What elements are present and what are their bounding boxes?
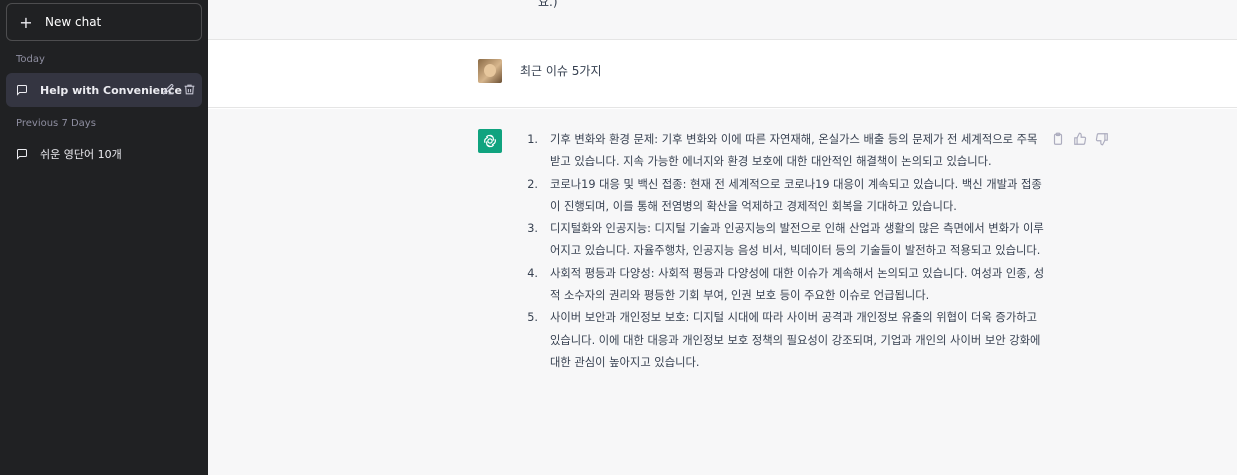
list-item: 5. 사이버 보안과 개인정보 보호: 디지털 시대에 따라 사이버 공격과 개… <box>520 307 1045 374</box>
previous-message-tail: 요.) <box>538 0 558 9</box>
user-avatar <box>478 59 502 83</box>
previous-assistant-message: 요.) <box>208 0 1237 40</box>
message-icon <box>17 149 27 160</box>
user-message-text: 최근 이슈 5가지 <box>520 64 602 78</box>
list-item-number: 4. <box>527 266 538 280</box>
trash-icon[interactable] <box>183 83 196 96</box>
list-item: 1. 기후 변화와 환경 문제: 기후 변화와 이에 따른 자연재해, 온실가스… <box>520 129 1045 174</box>
chat-main: 요.) 최근 이슈 5가지 1. 기후 변화와 환경 문제: 기후 변화와 이에… <box>208 0 1237 475</box>
chat-item-label: 쉬운 영단어 10개 <box>40 148 122 161</box>
list-item: 4. 사회적 평등과 다양성: 사회적 평등과 다양성에 대한 이슈가 계속해서… <box>520 263 1045 308</box>
chat-item-easy-english-words[interactable]: 쉬운 영단어 10개 <box>6 137 202 171</box>
clipboard-icon[interactable] <box>1051 131 1065 145</box>
chat-item-actions <box>162 83 196 96</box>
thumbs-down-icon[interactable] <box>1095 131 1109 146</box>
list-item-text: 기후 변화와 환경 문제: 기후 변화와 이에 따른 자연재해, 온실가스 배출… <box>550 133 1038 169</box>
assistant-message-row: 1. 기후 변화와 환경 문제: 기후 변화와 이에 따른 자연재해, 온실가스… <box>208 109 1237 475</box>
list-item: 2. 코로나19 대응 및 백신 접종: 현재 전 세계적으로 코로나19 대응… <box>520 174 1045 219</box>
list-item-number: 5. <box>527 311 538 325</box>
list-item-text: 코로나19 대응 및 백신 접종: 현재 전 세계적으로 코로나19 대응이 계… <box>550 177 1042 213</box>
sidebar: + New chat Today Help with Convenience P… <box>0 0 208 475</box>
user-message-row: 최근 이슈 5가지 <box>208 40 1237 108</box>
thumbs-up-icon[interactable] <box>1073 131 1087 145</box>
chatgpt-logo-icon <box>478 129 502 153</box>
message-icon <box>17 85 27 96</box>
list-item-number: 2. <box>527 177 538 191</box>
pencil-icon[interactable] <box>162 83 175 96</box>
chat-item-help-with-convenience[interactable]: Help with Convenience <box>6 73 202 107</box>
section-title-today: Today <box>16 54 45 65</box>
list-item-number: 3. <box>527 222 538 236</box>
list-item-text: 디지털화와 인공지능: 디지털 기술과 인공지능의 발전으로 인해 산업과 생활… <box>550 222 1044 258</box>
list-item-text: 사이버 보안과 개인정보 보호: 디지털 시대에 따라 사이버 공격과 개인정보… <box>550 311 1041 369</box>
assistant-answer-list: 1. 기후 변화와 환경 문제: 기후 변화와 이에 따른 자연재해, 온실가스… <box>520 129 1045 374</box>
plus-icon: + <box>19 12 33 32</box>
new-chat-button[interactable]: + New chat <box>6 3 202 41</box>
list-item: 3. 디지털화와 인공지능: 디지털 기술과 인공지능의 발전으로 인해 산업과… <box>520 218 1045 263</box>
new-chat-label: New chat <box>45 15 102 29</box>
list-item-text: 사회적 평등과 다양성: 사회적 평등과 다양성에 대한 이슈가 계속해서 논의… <box>550 266 1045 303</box>
message-feedback-actions <box>1051 131 1109 146</box>
chat-item-label: Help with Convenience <box>40 83 182 97</box>
section-title-previous-7-days: Previous 7 Days <box>16 118 96 129</box>
list-item-number: 1. <box>527 133 538 146</box>
